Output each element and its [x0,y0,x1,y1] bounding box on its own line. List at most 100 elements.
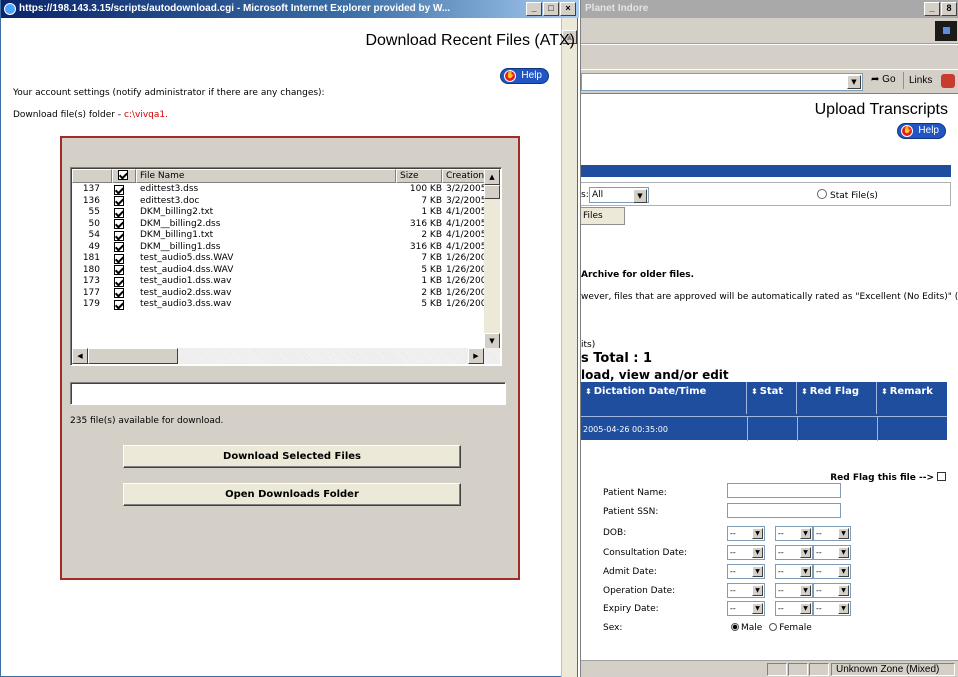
chevron-down-icon[interactable]: ▼ [752,603,763,614]
col-red-flag[interactable]: Red Flag [797,382,877,414]
dob-select-1[interactable]: -- ▼ [727,526,765,541]
scroll-up-arrow-icon[interactable]: ▲ [484,169,500,185]
consultation-date-select-2[interactable]: -- ▼ [775,545,813,560]
chevron-down-icon[interactable]: ▼ [752,528,763,539]
bg-help-button[interactable]: ✋ Help [897,123,946,139]
select-all-checkbox[interactable] [118,170,128,180]
file-row[interactable]: 54 DKM_billing1.txt 2 KB 4/1/2005 [72,230,490,242]
operation-date-select-1[interactable]: -- ▼ [727,583,765,598]
filter-select[interactable]: All ▼ [589,187,649,203]
links-app-icon[interactable] [941,74,955,88]
operation-date-select-2[interactable]: -- ▼ [775,583,813,598]
file-row[interactable]: 49 DKM__billing1.dss 316 KB 4/1/2005 [72,242,490,254]
chevron-down-icon[interactable]: ▼ [838,528,849,539]
chevron-down-icon[interactable]: ▼ [800,603,811,614]
admit-date-select-1[interactable]: -- ▼ [727,564,765,579]
file-checkbox[interactable] [114,196,124,206]
chevron-down-icon[interactable]: ▼ [838,603,849,614]
chevron-down-icon[interactable]: ▼ [838,547,849,558]
file-row[interactable]: 179 test_audio3.dss.wav 5 KB 1/26/2005 [72,299,490,311]
file-checkbox[interactable] [114,288,124,298]
maximize-button[interactable]: □ [543,2,559,16]
files-tab[interactable]: Files [581,207,625,225]
scroll-thumb[interactable] [484,185,500,199]
file-checkbox[interactable] [114,184,124,195]
chevron-down-icon[interactable]: ▼ [752,585,763,596]
file-checkbox[interactable] [114,276,124,287]
download-selected-files-button[interactable]: Download Selected Files [123,445,461,468]
file-row[interactable]: 137 edittest3.dss 100 KB 3/2/2005 [72,184,490,196]
file-checkbox[interactable] [114,265,124,275]
chevron-down-icon[interactable]: ▼ [838,566,849,577]
female-radio[interactable] [769,623,778,631]
chevron-down-icon[interactable]: ▼ [800,566,811,577]
chevron-down-icon[interactable]: ▼ [847,75,861,89]
scroll-left-arrow-icon[interactable]: ◀ [72,348,88,364]
file-row[interactable]: 177 test_audio2.dss.wav 2 KB 1/26/2005 [72,288,490,300]
col-remark[interactable]: Remark [877,382,947,414]
links-button[interactable]: Links [903,72,937,89]
red-flag-checkbox[interactable] [937,472,946,481]
close-button[interactable]: × [560,2,576,16]
operation-date-select-3[interactable]: -- ▼ [813,583,851,598]
consultation-date-select-1[interactable]: -- ▼ [727,545,765,560]
file-list-vertical-scrollbar[interactable]: ▲ ▼ [484,169,500,349]
admit-date-select-3[interactable]: -- ▼ [813,564,851,579]
open-downloads-folder-button[interactable]: Open Downloads Folder [123,483,461,506]
col-number[interactable] [72,169,112,183]
chevron-down-icon[interactable]: ▼ [800,585,811,596]
minimize-button[interactable]: _ [526,2,542,16]
file-row[interactable]: 50 DKM__billing2.dss 316 KB 4/1/2005 [72,219,490,231]
file-checkbox[interactable] [114,230,124,241]
background-titlebar[interactable]: Planet Indore _ 8 [581,0,958,18]
horizontal-scroll-thumb[interactable] [88,348,178,364]
file-checkbox[interactable] [114,299,124,310]
file-checkbox[interactable] [114,207,124,218]
bg-maximize-button[interactable]: 8 [941,2,957,16]
file-row[interactable]: 181 test_audio5.dss.WAV 7 KB 1/26/2005 [72,253,490,265]
file-checkbox[interactable] [114,219,124,229]
file-list[interactable]: File Name Size Creation D 137 edittest3.d… [70,167,502,366]
download-popup-window[interactable]: https://198.143.3.15/scripts/autodownloa… [0,0,579,677]
file-list-horizontal-scrollbar[interactable]: ◀ ▶ [72,348,500,364]
chevron-down-icon[interactable]: ▼ [800,528,811,539]
patient-name-input[interactable] [727,483,841,498]
bg-minimize-button[interactable]: _ [924,2,940,16]
col-dictation-date[interactable]: Dictation Date/Time [581,382,747,414]
file-checkbox[interactable] [114,253,124,264]
table-row[interactable]: 2005-04-26 00:35:00 [581,416,947,441]
admit-date-select-2[interactable]: -- ▼ [775,564,813,579]
col-file-name[interactable]: File Name [136,169,396,183]
scroll-right-arrow-icon[interactable]: ▶ [468,348,484,364]
col-creation-date[interactable]: Creation D [442,169,490,183]
chevron-down-icon[interactable]: ▼ [752,547,763,558]
file-row[interactable]: 173 test_audio1.dss.wav 1 KB 1/26/2005 [72,276,490,288]
address-input[interactable]: ▼ [581,73,863,91]
col-size[interactable]: Size [396,169,442,183]
file-checkbox[interactable] [114,242,124,252]
chevron-down-icon[interactable]: ▼ [838,585,849,596]
chevron-down-icon[interactable]: ▼ [800,547,811,558]
chevron-down-icon[interactable]: ▼ [633,189,647,203]
col-stat[interactable]: Stat [747,382,797,414]
file-row[interactable]: 55 DKM_billing2.txt 1 KB 4/1/2005 [72,207,490,219]
go-button[interactable]: ➦ Go [871,74,896,85]
consultation-date-select-3[interactable]: -- ▼ [813,545,851,560]
file-row[interactable]: 180 test_audio4.dss.WAV 5 KB 1/26/2005 [72,265,490,277]
popup-titlebar[interactable]: https://198.143.3.15/scripts/autodownloa… [1,0,579,18]
expiry-date-select-2[interactable]: -- ▼ [775,601,813,616]
stat-files-radio[interactable]: Stat File(s) [817,189,878,201]
patient-ssn-input[interactable] [727,503,841,518]
col-select-all[interactable] [112,169,136,183]
download-status-input[interactable] [70,382,506,405]
background-browser-window[interactable]: Planet Indore _ 8 ▼ ➦ Go Links Upload Tr… [580,0,958,677]
dob-select-3[interactable]: -- ▼ [813,526,851,541]
scroll-down-arrow-icon[interactable]: ▼ [484,333,500,349]
popup-vertical-scrollbar[interactable]: ▲ [561,18,577,677]
male-radio[interactable] [731,623,739,631]
popup-help-button[interactable]: ✋ Help [500,68,549,84]
expiry-date-select-1[interactable]: -- ▼ [727,601,765,616]
dob-select-2[interactable]: -- ▼ [775,526,813,541]
file-row[interactable]: 136 edittest3.doc 7 KB 3/2/2005 [72,196,490,208]
chevron-down-icon[interactable]: ▼ [752,566,763,577]
